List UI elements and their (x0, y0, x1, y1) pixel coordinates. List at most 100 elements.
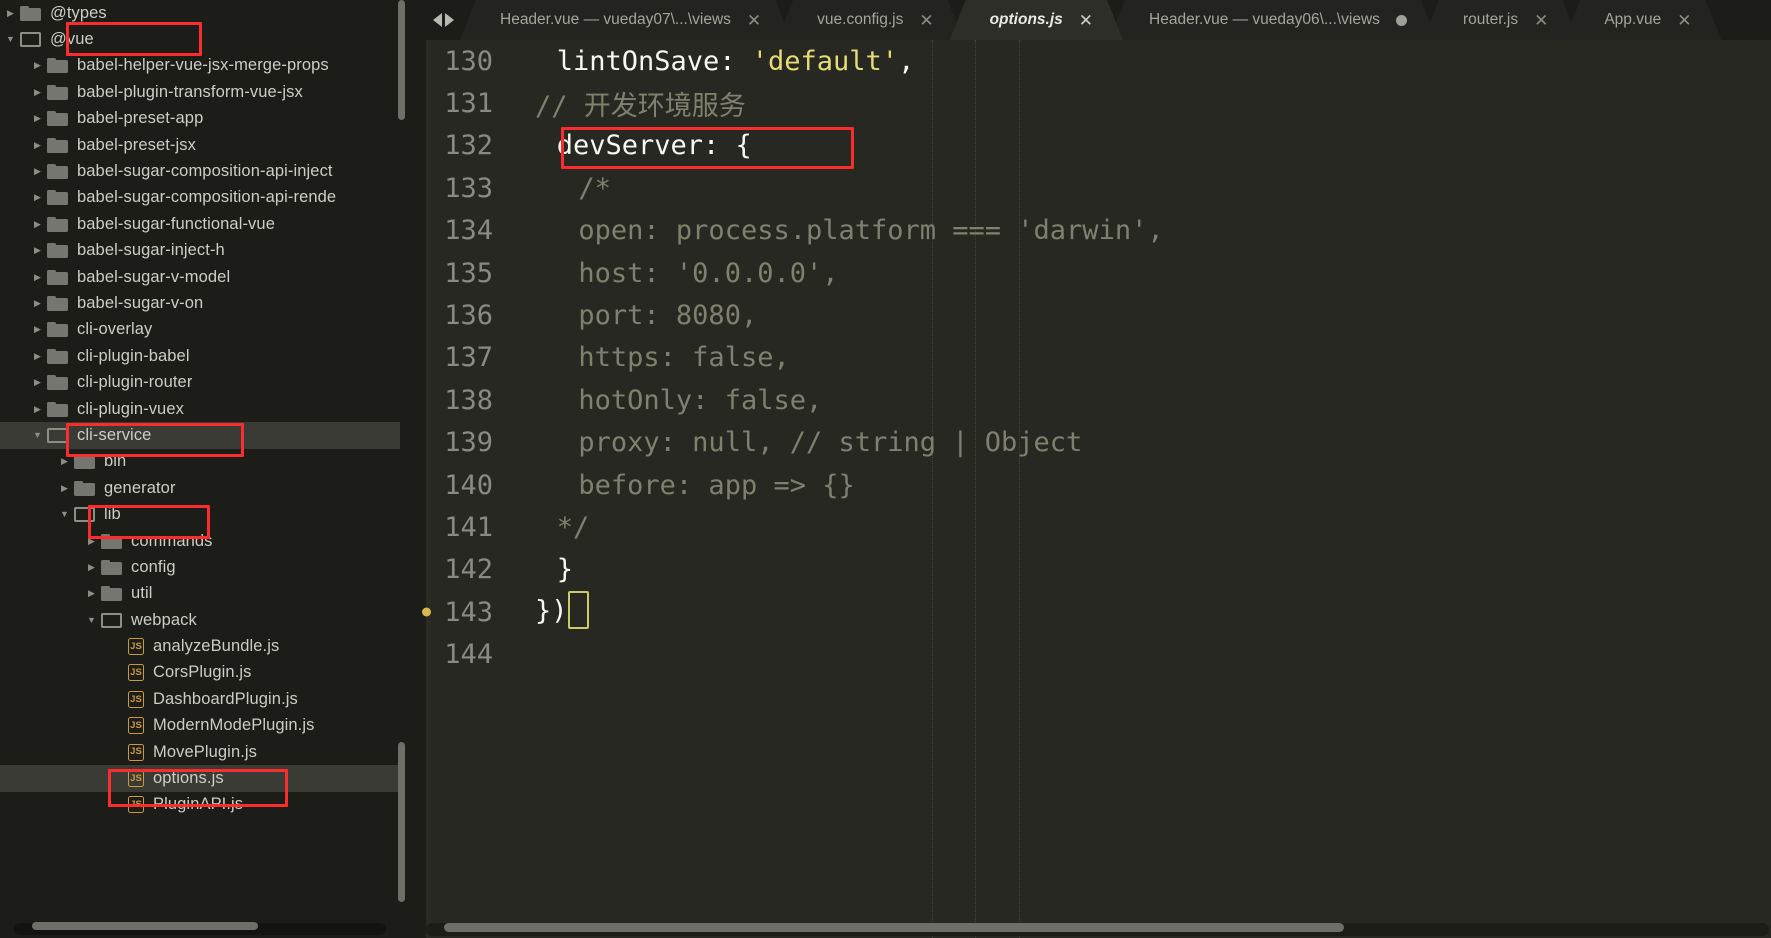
code-line-content[interactable]: before: app => {} (505, 470, 1771, 501)
file-tree-folder[interactable]: ▼ webpack (0, 607, 400, 633)
sidebar-vertical-scrollbar-bottom[interactable] (398, 742, 405, 902)
chevron-right-icon[interactable]: ▶ (85, 589, 98, 598)
code-line-content[interactable]: } (505, 554, 1771, 585)
chevron-right-icon[interactable]: ▶ (31, 140, 44, 150)
file-tree-folder[interactable]: ▶ cli-plugin-router (0, 369, 400, 395)
file-tree-folder[interactable]: ▶ generator (0, 475, 400, 501)
file-tree-folder[interactable]: ▼ lib (0, 501, 400, 527)
code-line[interactable]: 135 host: '0.0.0.0', (412, 252, 1771, 294)
file-tree-folder[interactable]: ▼ cli-service (0, 422, 400, 449)
close-icon[interactable]: ✕ (919, 12, 933, 29)
file-tree-file[interactable]: JS ModernModePlugin.js (0, 713, 400, 739)
code-line-content[interactable]: }) (505, 591, 1771, 631)
file-tree-folder[interactable]: ▶ babel-sugar-inject-h (0, 238, 400, 264)
code-line[interactable]: 143}) (412, 591, 1771, 633)
chevron-right-icon[interactable]: ▶ (4, 8, 17, 18)
editor-tab[interactable]: options.js ✕ (950, 0, 1123, 40)
chevron-right-icon[interactable]: ▶ (31, 246, 44, 255)
close-icon[interactable]: ✕ (1079, 12, 1093, 29)
code-line-content[interactable]: // 开发环境服务 (505, 84, 1771, 123)
close-icon[interactable]: ✕ (1534, 12, 1548, 29)
chevron-down-icon[interactable]: ▼ (4, 35, 17, 44)
file-tree-folder[interactable]: ▶ commands (0, 528, 400, 554)
chevron-right-icon[interactable]: ▶ (58, 457, 71, 466)
code-line[interactable]: 140 before: app => {} (412, 464, 1771, 506)
code-line[interactable]: 137 https: false, (412, 337, 1771, 379)
file-tree-folder[interactable]: ▶ babel-plugin-transform-vue-jsx (0, 79, 400, 105)
file-tree-folder[interactable]: ▶ @types (0, 0, 400, 26)
file-tree-folder[interactable]: ▶ babel-helper-vue-jsx-merge-props (0, 53, 400, 79)
chevron-left-icon[interactable] (432, 13, 442, 27)
file-tree-folder[interactable]: ▶ babel-preset-app (0, 106, 400, 132)
file-tree-folder[interactable]: ▼ @vue (0, 26, 400, 52)
file-tree-folder[interactable]: ▶ cli-overlay (0, 317, 400, 343)
chevron-right-icon[interactable]: ▶ (31, 351, 44, 361)
file-tree-folder[interactable]: ▶ babel-sugar-composition-api-inject (0, 158, 400, 184)
chevron-right-icon[interactable]: ▶ (31, 325, 44, 334)
editor-tab[interactable]: App.vue ✕ (1564, 0, 1721, 40)
code-line[interactable]: 134 open: process.platform === 'darwin', (412, 210, 1771, 252)
close-icon[interactable]: ✕ (1677, 12, 1691, 29)
code-line-content[interactable]: hotOnly: false, (505, 385, 1771, 416)
file-tree-file[interactable]: JS CorsPlugin.js (0, 660, 400, 686)
code-line[interactable]: 141 */ (412, 506, 1771, 548)
code-line[interactable]: 139 proxy: null, // string | Object (412, 422, 1771, 464)
chevron-right-icon[interactable]: ▶ (31, 61, 44, 70)
breakpoint-icon[interactable] (422, 607, 431, 617)
file-tree-folder[interactable]: ▶ config (0, 554, 400, 580)
sidebar-horizontal-scrollbar-thumb[interactable] (32, 922, 258, 930)
chevron-right-icon[interactable]: ▶ (85, 536, 98, 546)
chevron-right-icon[interactable]: ▶ (31, 114, 44, 123)
code-line-content[interactable]: port: 8080, (505, 300, 1771, 331)
file-tree-folder[interactable]: ▶ babel-sugar-functional-vue (0, 211, 400, 237)
close-icon[interactable]: ✕ (747, 12, 761, 29)
code-line[interactable]: 130 lintOnSave: 'default', (412, 40, 1771, 82)
file-tree-folder[interactable]: ▶ cli-plugin-vuex (0, 396, 400, 422)
chevron-right-icon[interactable]: ▶ (85, 562, 98, 572)
chevron-right-icon[interactable]: ▶ (31, 298, 44, 308)
code-line[interactable]: 136 port: 8080, (412, 294, 1771, 336)
code-line[interactable]: 142} (412, 549, 1771, 591)
editor-tab[interactable]: vue.config.js ✕ (777, 0, 963, 40)
code-line-content[interactable]: https: false, (505, 342, 1771, 373)
chevron-right-icon[interactable]: ▶ (31, 219, 44, 229)
file-tree-folder[interactable]: ▶ bin (0, 449, 400, 475)
chevron-right-icon[interactable]: ▶ (31, 378, 44, 387)
code-line[interactable]: 131 // 开发环境服务 (412, 82, 1771, 124)
chevron-right-icon[interactable]: ▶ (58, 483, 71, 493)
code-line-content[interactable]: lintOnSave: 'default', (505, 46, 1771, 77)
file-tree[interactable]: ▶ @types ▼ @vue ▶ babel-helper-vue-jsx-merge-… (0, 0, 400, 918)
file-tree-file[interactable]: JS MovePlugin.js (0, 739, 400, 765)
file-tree-folder[interactable]: ▶ babel-sugar-composition-api-rende (0, 185, 400, 211)
file-tree-file[interactable]: JS PluginAPI.js (0, 792, 400, 818)
editor-tab[interactable]: Header.vue — vueday07\...\views ✕ (460, 0, 791, 40)
file-tree-file[interactable]: JS analyzeBundle.js (0, 633, 400, 659)
code-line-content[interactable]: /* (505, 173, 1771, 204)
file-tree-folder[interactable]: ▶ babel-preset-jsx (0, 132, 400, 158)
chevron-down-icon[interactable]: ▼ (58, 510, 71, 519)
chevron-down-icon[interactable]: ▼ (85, 615, 98, 625)
file-tree-folder[interactable]: ▶ babel-sugar-v-model (0, 264, 400, 290)
editor-tab[interactable]: router.js ✕ (1423, 0, 1578, 40)
chevron-right-icon[interactable] (444, 13, 454, 27)
file-tree-folder[interactable]: ▶ babel-sugar-v-on (0, 290, 400, 316)
code-line-content[interactable]: host: '0.0.0.0', (505, 258, 1771, 289)
code-line[interactable]: 138 hotOnly: false, (412, 379, 1771, 421)
chevron-down-icon[interactable]: ▼ (31, 430, 44, 440)
editor-tab[interactable]: Header.vue — vueday06\...\views (1109, 0, 1437, 40)
chevron-right-icon[interactable]: ▶ (31, 404, 44, 414)
file-tree-file[interactable]: JS DashboardPlugin.js (0, 686, 400, 712)
code-line[interactable]: 133 /* (412, 167, 1771, 209)
code-line[interactable]: 144 (412, 633, 1771, 675)
editor-horizontal-scrollbar-thumb[interactable] (444, 923, 1344, 932)
code-line-content[interactable]: devServer: { (505, 130, 1771, 161)
code-line[interactable]: 132 devServer: { (412, 125, 1771, 167)
sidebar-vertical-scrollbar-top[interactable] (398, 0, 405, 120)
code-lines[interactable]: 130 lintOnSave: 'default', 131// 开发环境服务 132… (412, 40, 1771, 676)
file-tree-file[interactable]: JS options.js (0, 765, 400, 792)
chevron-right-icon[interactable]: ▶ (31, 167, 44, 176)
code-line-content[interactable]: proxy: null, // string | Object (505, 427, 1771, 458)
chevron-right-icon[interactable]: ▶ (31, 87, 44, 97)
code-line-content[interactable]: open: process.platform === 'darwin', (505, 215, 1771, 246)
code-line-content[interactable]: */ (505, 512, 1771, 543)
